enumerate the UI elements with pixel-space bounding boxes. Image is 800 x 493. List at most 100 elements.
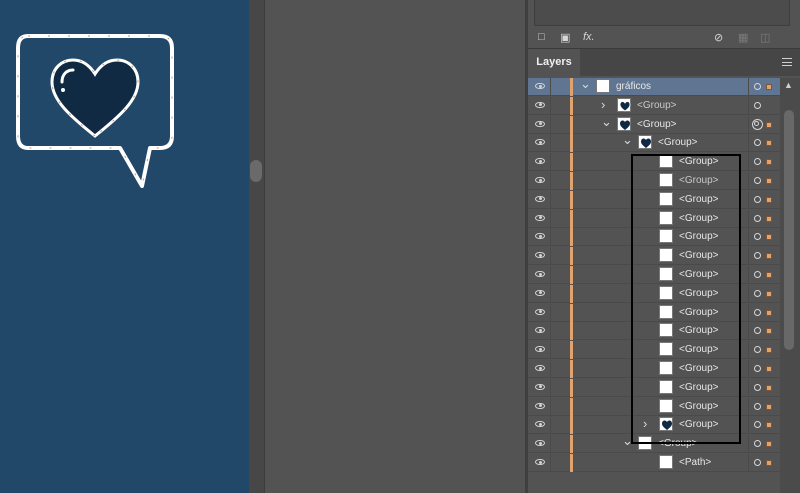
lock-toggle[interactable] <box>552 97 569 115</box>
trash-icon[interactable]: ◫ <box>760 31 770 44</box>
target-circle-icon[interactable] <box>754 158 761 166</box>
target-circle-icon[interactable] <box>754 346 761 354</box>
visibility-eye-icon[interactable] <box>535 233 545 240</box>
chevron-down-icon[interactable]: ⌄ <box>601 114 612 130</box>
lock-toggle[interactable] <box>552 379 569 397</box>
visibility-eye-icon[interactable] <box>535 308 545 315</box>
layer-row[interactable]: ⌄ gráficos <box>528 76 780 96</box>
target-circle-icon[interactable] <box>754 139 761 147</box>
selection-indicator[interactable] <box>766 290 772 297</box>
visibility-eye-icon[interactable] <box>535 120 545 127</box>
layer-name[interactable]: <Path> <box>679 457 711 468</box>
target-circle-icon[interactable] <box>754 101 761 109</box>
target-circle-icon[interactable] <box>754 308 761 316</box>
layer-row[interactable]: ⌄ <Group> <box>528 114 780 134</box>
lock-toggle[interactable] <box>552 172 569 190</box>
heart-speech-bubble-artwork[interactable] <box>10 28 180 193</box>
lock-toggle[interactable] <box>552 78 569 96</box>
selection-indicator[interactable] <box>766 84 772 90</box>
lock-toggle[interactable] <box>552 341 569 359</box>
panel-resize-handle[interactable] <box>250 160 262 182</box>
visibility-eye-icon[interactable] <box>535 195 545 202</box>
selection-indicator[interactable] <box>766 272 772 278</box>
lock-toggle[interactable] <box>552 153 569 171</box>
lock-toggle[interactable] <box>552 210 569 228</box>
target-circle-icon[interactable] <box>754 440 761 448</box>
visibility-eye-icon[interactable] <box>535 289 545 296</box>
selection-indicator[interactable] <box>766 234 772 241</box>
layer-row[interactable]: ⌄ <Group> <box>528 132 780 153</box>
clip-mask-icon[interactable]: ▣ <box>560 31 570 44</box>
visibility-eye-icon[interactable] <box>535 365 545 371</box>
visibility-eye-icon[interactable] <box>535 177 545 183</box>
selection-indicator[interactable] <box>766 196 772 203</box>
target-circle-icon[interactable] <box>754 421 761 429</box>
scroll-up-icon[interactable]: ▲ <box>784 80 793 90</box>
layer-name[interactable]: <Group> <box>658 137 697 148</box>
lock-toggle[interactable] <box>552 398 569 416</box>
layer-name[interactable]: <Group> <box>637 119 676 130</box>
panel-menu-icon[interactable] <box>782 58 792 66</box>
panel-divider[interactable] <box>249 0 265 493</box>
layer-name[interactable]: <Group> <box>637 100 676 111</box>
selection-indicator[interactable] <box>766 366 772 372</box>
lock-toggle[interactable] <box>552 134 569 152</box>
selection-indicator[interactable] <box>766 328 772 335</box>
lock-toggle[interactable] <box>552 191 569 209</box>
target-circle-icon[interactable] <box>754 402 761 410</box>
no-icon[interactable]: ⊘ <box>714 31 723 44</box>
target-circle-icon[interactable] <box>754 271 761 278</box>
selection-indicator[interactable] <box>766 460 772 466</box>
target-circle-icon[interactable] <box>754 327 761 335</box>
visibility-eye-icon[interactable] <box>535 271 545 277</box>
layer-row[interactable]: › <Group> <box>528 96 780 115</box>
visibility-eye-icon[interactable] <box>535 383 545 390</box>
target-circle-icon[interactable] <box>754 252 761 260</box>
target-circle-icon[interactable] <box>754 383 761 391</box>
visibility-eye-icon[interactable] <box>535 214 545 221</box>
artboard-canvas[interactable] <box>0 0 249 493</box>
lock-toggle[interactable] <box>552 454 569 472</box>
visibility-eye-icon[interactable] <box>535 459 545 465</box>
lock-toggle[interactable] <box>552 304 569 322</box>
target-circle-icon[interactable] <box>754 195 761 203</box>
new-layer-icon[interactable]: ▦ <box>738 31 748 44</box>
selection-indicator[interactable] <box>766 140 772 147</box>
target-circle-icon[interactable] <box>754 214 761 222</box>
target-circle-icon[interactable] <box>754 365 761 372</box>
lock-toggle[interactable] <box>552 360 569 378</box>
selection-indicator[interactable] <box>766 347 772 354</box>
lock-toggle[interactable] <box>552 285 569 303</box>
pasteboard-area[interactable] <box>265 0 525 493</box>
visibility-eye-icon[interactable] <box>535 83 545 89</box>
chevron-right-icon[interactable]: › <box>601 97 605 112</box>
chevron-down-icon[interactable]: ⌄ <box>580 76 591 92</box>
selection-indicator[interactable] <box>766 422 772 429</box>
visibility-eye-icon[interactable] <box>535 101 545 108</box>
visibility-eye-icon[interactable] <box>535 440 545 447</box>
target-circle-icon[interactable] <box>754 289 761 297</box>
visibility-eye-icon[interactable] <box>535 421 545 428</box>
visibility-eye-icon[interactable] <box>535 252 545 259</box>
lock-toggle[interactable] <box>552 247 569 265</box>
target-circle-icon[interactable] <box>754 177 761 184</box>
selection-indicator[interactable] <box>766 121 772 128</box>
lock-toggle[interactable] <box>552 116 569 134</box>
visibility-eye-icon[interactable] <box>535 158 545 165</box>
selection-indicator[interactable] <box>766 178 772 184</box>
visibility-eye-icon[interactable] <box>535 139 545 146</box>
target-circle-icon[interactable] <box>752 118 763 130</box>
chevron-down-icon[interactable]: ⌄ <box>622 132 633 148</box>
selection-indicator[interactable] <box>766 309 772 316</box>
visibility-eye-icon[interactable] <box>535 402 545 409</box>
target-circle-icon[interactable] <box>754 83 761 90</box>
scrollbar-thumb[interactable] <box>784 110 794 350</box>
selection-indicator[interactable] <box>766 384 772 391</box>
layer-row[interactable]: <Path> <box>528 454 780 472</box>
selection-indicator[interactable] <box>766 253 772 260</box>
layer-name[interactable]: gráficos <box>616 81 651 92</box>
lock-toggle[interactable] <box>552 416 569 434</box>
visibility-eye-icon[interactable] <box>535 346 545 353</box>
fx-icon[interactable]: fx. <box>583 31 595 43</box>
visibility-eye-icon[interactable] <box>535 327 545 334</box>
